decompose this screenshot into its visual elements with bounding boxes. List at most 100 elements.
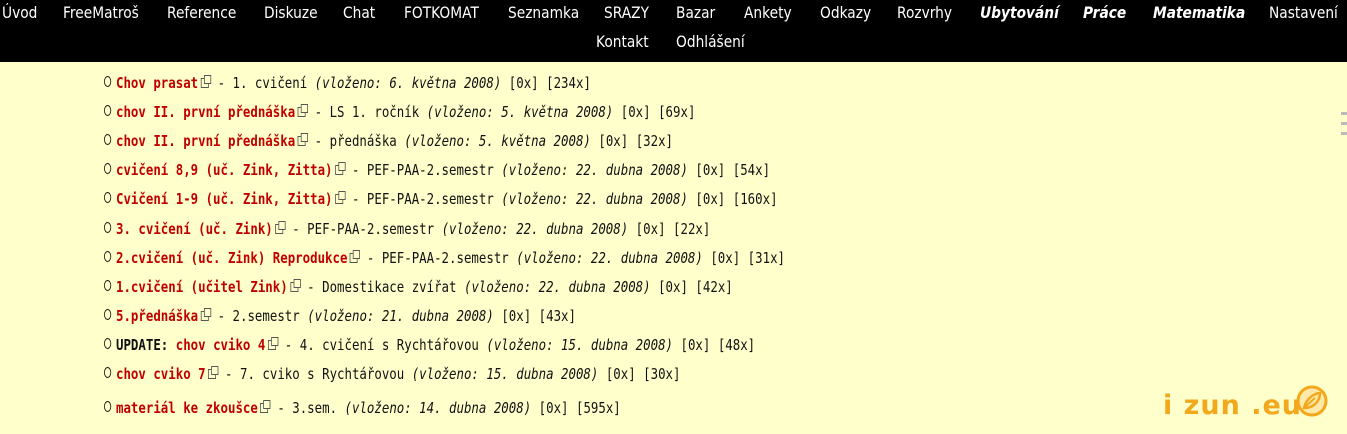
external-link-icon[interactable] — [349, 250, 361, 263]
count-b: [54x] — [732, 161, 771, 179]
external-link-icon[interactable] — [260, 400, 271, 413]
count-a: [0x] — [501, 307, 532, 325]
nav-odhlaseni[interactable]: Odhlášení — [676, 32, 745, 52]
file-description: 1. cvičení — [232, 74, 308, 92]
file-description: PEF-PAA-2.semestr — [366, 190, 494, 208]
nav-ankety[interactable]: Ankety — [744, 3, 792, 23]
upload-date: (vloženo: 14. dubna 2008) — [344, 399, 532, 417]
count-b: [69x] — [658, 103, 696, 121]
circle-bullet-icon — [104, 251, 112, 262]
list-item: Cvičení 1-9 (uč. Zink, Zitta) - PEF-PAA-… — [104, 186, 778, 212]
count-a: [0x] — [695, 161, 726, 179]
external-link-icon[interactable] — [297, 133, 308, 146]
count-b: [42x] — [695, 278, 733, 296]
nav-chat[interactable]: Chat — [343, 3, 375, 23]
file-description: přednáška — [329, 132, 397, 150]
file-description: PEF-PAA-2.semestr — [366, 161, 494, 179]
circle-bullet-icon — [104, 134, 112, 145]
nav-matematika[interactable]: Matematika — [1153, 3, 1245, 23]
upload-date: (vloženo: 22. dubna 2008) — [441, 220, 629, 238]
nav-srazy[interactable]: SRAZY — [604, 3, 649, 23]
circle-bullet-icon — [104, 280, 112, 291]
external-link-icon[interactable] — [207, 366, 219, 379]
count-a: [0x] — [620, 103, 651, 121]
count-a: [0x] — [680, 336, 711, 354]
file-link[interactable]: 5.přednáška — [116, 307, 198, 325]
upload-date: (vloženo: 5. května 2008) — [426, 103, 614, 121]
scrollbar[interactable] — [1338, 62, 1347, 431]
file-list-area: Chov prasat - 1. cvičení (vloženo: 6. kv… — [0, 62, 1347, 431]
count-b: [160x] — [732, 190, 778, 208]
count-b: [30x] — [643, 365, 681, 383]
izun-logo: i zun .eu — [1163, 384, 1333, 424]
external-link-icon[interactable] — [297, 104, 308, 117]
nav-reference[interactable]: Reference — [167, 3, 236, 23]
count-a: [0x] — [658, 278, 688, 296]
cut-off-row-top — [118, 60, 418, 66]
circle-bullet-icon — [104, 338, 112, 349]
upload-date: (vloženo: 15. dubna 2008) — [486, 336, 674, 354]
count-b: [32x] — [635, 132, 674, 150]
nav-kontakt[interactable]: Kontakt — [596, 32, 649, 52]
external-link-icon[interactable] — [290, 279, 301, 292]
list-item: 5.přednáška - 2.semestr (vloženo: 21. du… — [104, 303, 576, 329]
top-navigation: Úvod FreeMatroš Reference Diskuze Chat F… — [0, 0, 1347, 62]
external-link-icon[interactable] — [334, 162, 346, 175]
nav-ubytovani[interactable]: Ubytování — [980, 3, 1059, 23]
file-description: PEF-PAA-2.semestr — [307, 220, 435, 238]
leaf-logo-icon — [1296, 385, 1328, 417]
nav-prace[interactable]: Práce — [1083, 3, 1126, 23]
nav-uvod[interactable]: Úvod — [2, 3, 37, 23]
circle-bullet-icon — [104, 309, 112, 320]
file-description: Domestikace zvířat — [322, 278, 457, 296]
upload-date: (vloženo: 22. dubna 2008) — [501, 161, 688, 179]
file-link[interactable]: chov II. první přednáška — [116, 132, 295, 150]
file-link[interactable]: cvičení 8,9 (uč. Zink, Zitta) — [116, 161, 333, 179]
nav-rozvrhy[interactable]: Rozvrhy — [897, 3, 952, 23]
file-link[interactable]: chov II. první přednáška — [116, 103, 295, 121]
file-link[interactable]: chov cviko 7 — [116, 365, 206, 383]
file-link[interactable]: chov cviko 4 — [176, 336, 266, 354]
cut-off-row-bottom — [104, 426, 664, 434]
nav-seznamka[interactable]: Seznamka — [508, 3, 579, 23]
external-link-icon[interactable] — [267, 337, 279, 350]
count-b: [31x] — [747, 249, 786, 267]
file-link[interactable]: Chov prasat — [116, 74, 198, 92]
nav-bazar[interactable]: Bazar — [676, 3, 715, 23]
file-link[interactable]: materiál ke zkoušce — [116, 399, 258, 417]
upload-date: (vloženo: 15. dubna 2008) — [411, 365, 599, 383]
list-item: Chov prasat - 1. cvičení (vloženo: 6. kv… — [104, 70, 591, 96]
list-item: chov cviko 7 - 7. cviko s Rychtářovou (v… — [104, 361, 681, 387]
count-b: [22x] — [673, 220, 711, 238]
upload-date: (vloženo: 21. dubna 2008) — [307, 307, 494, 325]
file-description: 2.semestr — [232, 307, 300, 325]
file-description: 4. cvičení s Rychtářovou — [299, 336, 479, 354]
nav-freematros[interactable]: FreeMatroš — [63, 3, 139, 23]
circle-bullet-icon — [104, 222, 112, 233]
count-a: [0x] — [695, 190, 726, 208]
external-link-icon[interactable] — [200, 75, 211, 88]
count-a: [0x] — [538, 399, 569, 417]
file-link[interactable]: 1.cvičení (učitel Zink) — [116, 278, 288, 296]
external-link-icon[interactable] — [334, 191, 346, 204]
file-description: 3.sem. — [292, 399, 338, 417]
count-b: [234x] — [546, 74, 591, 92]
circle-bullet-icon — [104, 192, 112, 203]
list-item: 1.cvičení (učitel Zink) - Domestikace zv… — [104, 274, 733, 300]
list-item: chov II. první přednáška - přednáška (vl… — [104, 128, 673, 154]
file-link[interactable]: 2.cvičení (uč. Zink) Reprodukce — [116, 249, 347, 267]
list-item: cvičení 8,9 (uč. Zink, Zitta) - PEF-PAA-… — [104, 157, 770, 183]
external-link-icon[interactable] — [275, 221, 286, 234]
nav-fotkomat[interactable]: FOTKOMAT — [404, 3, 479, 23]
nav-diskuze[interactable]: Diskuze — [264, 3, 318, 23]
file-link[interactable]: 3. cvičení (uč. Zink) — [116, 220, 273, 238]
file-link[interactable]: Cvičení 1-9 (uč. Zink, Zitta) — [116, 190, 333, 208]
nav-nastaveni[interactable]: Nastavení — [1269, 3, 1338, 23]
count-b: [48x] — [717, 336, 756, 354]
count-a: [0x] — [598, 132, 629, 150]
nav-odkazy[interactable]: Odkazy — [820, 3, 871, 23]
external-link-icon[interactable] — [200, 308, 211, 321]
count-b: [595x] — [575, 399, 621, 417]
logo-text: i zun .eu — [1163, 390, 1303, 421]
upload-date: (vloženo: 5. května 2008) — [404, 132, 591, 150]
